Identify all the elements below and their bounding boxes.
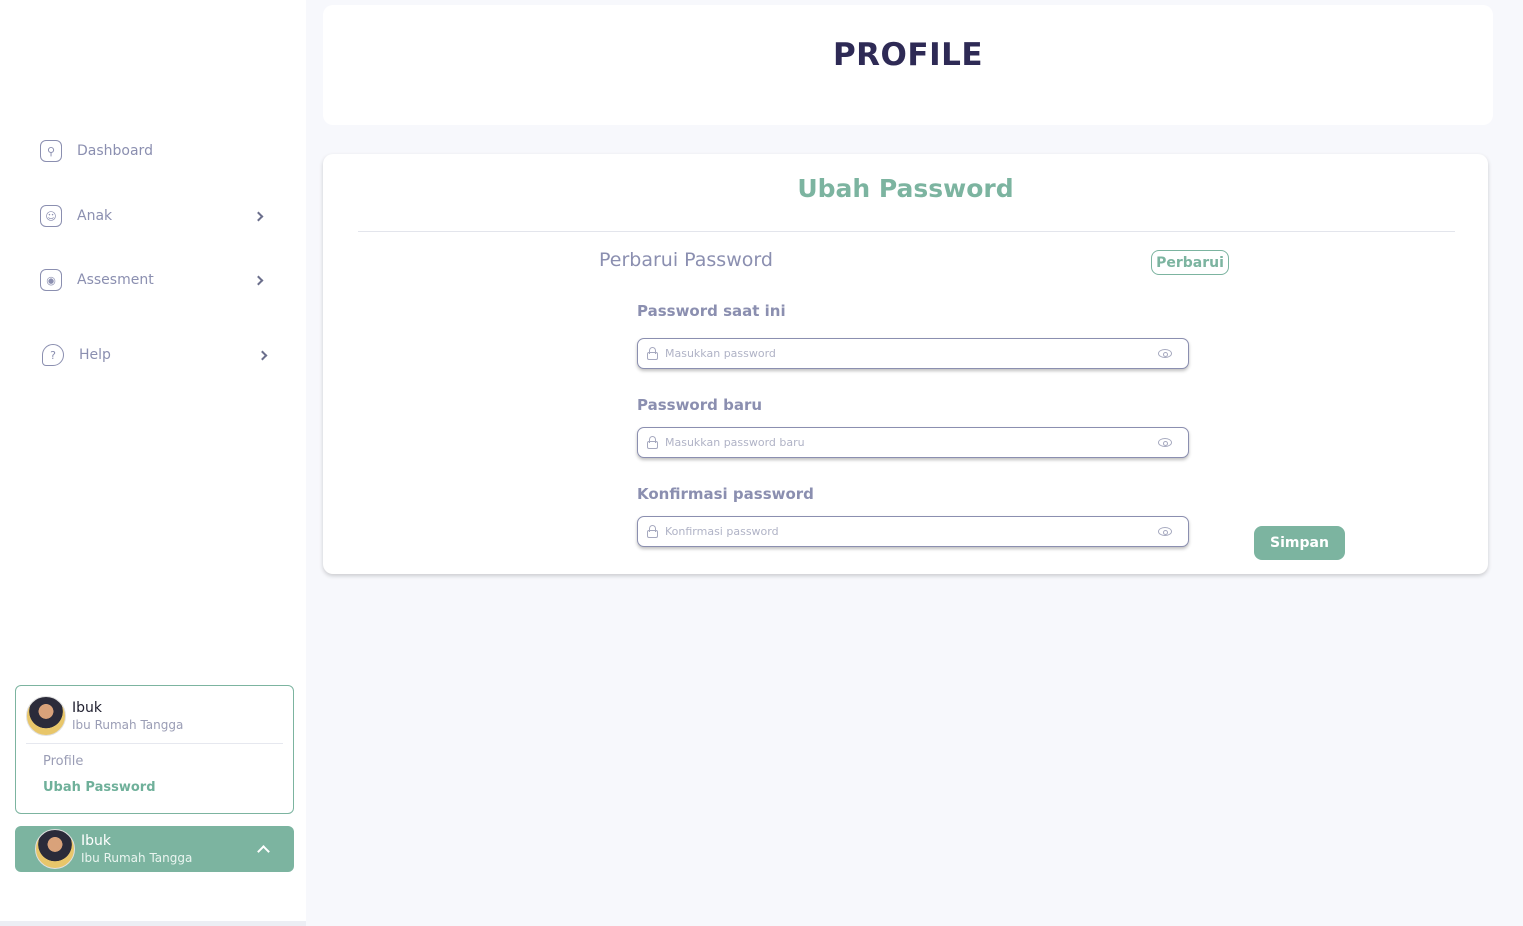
sidebar-item-label: Help	[79, 347, 111, 363]
user-menu-toggle[interactable]: Ibuk Ibu Rumah Tangga	[15, 826, 294, 872]
profile-menu-card: Ibuk Ibu Rumah Tangga Profile Ubah Passw…	[15, 685, 294, 814]
sidebar: ⚲ Dashboard ☺ Anak ◉ Assesment ? Help Ib…	[0, 0, 306, 921]
eye-icon[interactable]	[1158, 527, 1172, 536]
profile-card-header: Ibuk Ibu Rumah Tangga	[26, 696, 183, 736]
sidebar-item-dashboard[interactable]: ⚲ Dashboard	[40, 138, 280, 164]
user-role: Ibu Rumah Tangga	[81, 851, 193, 865]
confirm-password-label: Konfirmasi password	[637, 485, 814, 503]
user-name: Ibuk	[72, 700, 102, 716]
current-password-input[interactable]	[665, 347, 1158, 360]
dashboard-icon: ⚲	[40, 140, 62, 162]
chevron-up-icon[interactable]	[257, 844, 270, 858]
change-password-card: Ubah Password Perbarui Password Perbarui…	[323, 154, 1488, 574]
sidebar-item-anak[interactable]: ☺ Anak	[40, 203, 280, 229]
sidebar-item-label: Anak	[77, 208, 113, 224]
user-icon: ◉	[40, 269, 62, 291]
change-password-link[interactable]: Ubah Password	[43, 780, 156, 795]
lock-icon	[646, 525, 659, 538]
section-title: Perbarui Password	[599, 249, 773, 271]
user-role: Ibu Rumah Tangga	[72, 718, 184, 732]
divider	[358, 231, 1455, 232]
chevron-right-icon	[257, 350, 268, 360]
profile-link[interactable]: Profile	[43, 754, 83, 769]
card-title: Ubah Password	[797, 174, 1014, 203]
new-password-field[interactable]	[637, 427, 1189, 458]
user-name: Ibuk	[81, 833, 111, 849]
divider	[26, 743, 283, 744]
child-face-icon: ☺	[40, 205, 62, 227]
sidebar-item-help[interactable]: ? Help	[42, 342, 282, 368]
help-icon: ?	[42, 344, 64, 366]
current-password-field[interactable]	[637, 338, 1189, 369]
eye-icon[interactable]	[1158, 438, 1172, 447]
current-password-label: Password saat ini	[637, 302, 786, 320]
eye-icon[interactable]	[1158, 349, 1172, 358]
chevron-right-icon	[253, 275, 264, 285]
sidebar-item-assesment[interactable]: ◉ Assesment	[40, 267, 280, 293]
avatar	[26, 696, 66, 736]
chevron-right-icon	[253, 211, 264, 221]
user-bar-info: Ibuk Ibu Rumah Tangga	[81, 833, 259, 865]
lock-icon	[646, 436, 659, 449]
perbarui-button[interactable]: Perbarui	[1151, 250, 1229, 275]
save-button[interactable]: Simpan	[1254, 526, 1345, 560]
page-header: PROFILE	[323, 5, 1493, 125]
confirm-password-field[interactable]	[637, 516, 1189, 547]
avatar	[35, 829, 75, 869]
new-password-label: Password baru	[637, 396, 763, 414]
confirm-password-input[interactable]	[665, 525, 1158, 538]
profile-card-user-info: Ibuk Ibu Rumah Tangga	[66, 700, 183, 732]
lock-icon	[646, 347, 659, 360]
sidebar-footer-strip	[0, 921, 306, 926]
new-password-input[interactable]	[665, 436, 1158, 449]
page-title: PROFILE	[832, 37, 984, 73]
sidebar-item-label: Assesment	[77, 272, 154, 288]
sidebar-item-label: Dashboard	[77, 143, 153, 159]
